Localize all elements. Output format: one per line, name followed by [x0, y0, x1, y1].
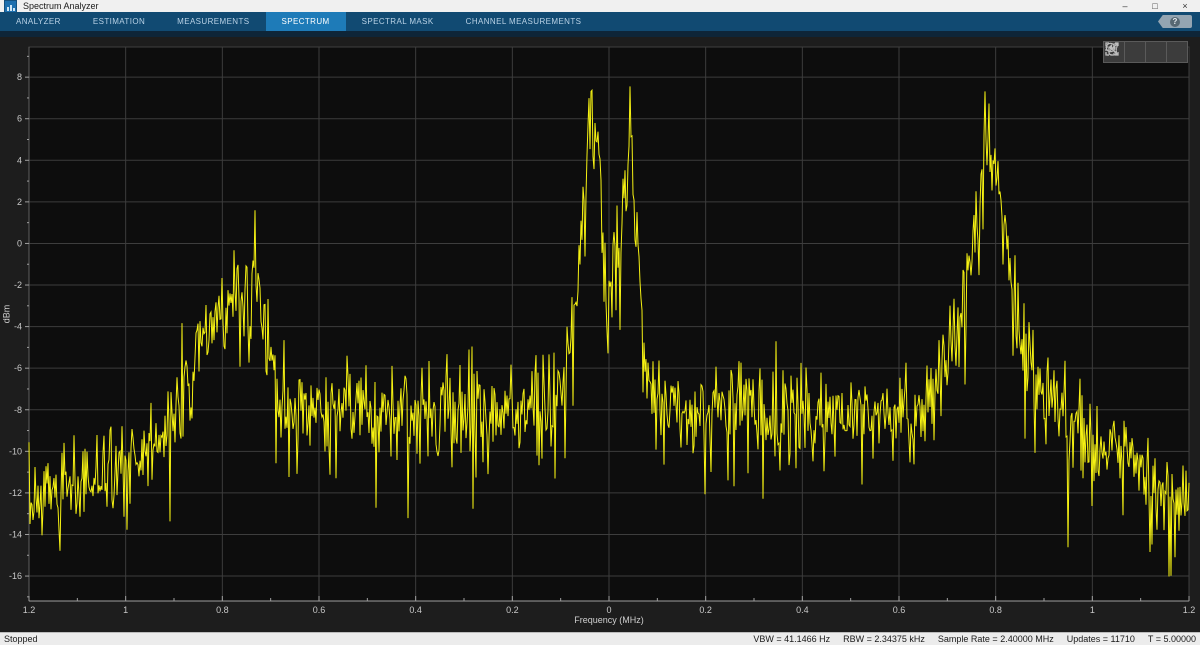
help-icon: ? — [1170, 17, 1180, 27]
tab-estimation[interactable]: ESTIMATION — [77, 12, 161, 31]
svg-text:2: 2 — [17, 197, 22, 207]
status-time: T = 5.00000 — [1148, 634, 1196, 644]
tab-spectral-mask[interactable]: SPECTRAL MASK — [346, 12, 450, 31]
spectrum-chart[interactable]: 1.2 1 0.8 0.6 0.4 0.2 0 0.2 0.4 0.6 0.8 1 1.2 8 6 4 2 0 -2… — [0, 37, 1200, 632]
svg-text:1: 1 — [1090, 605, 1095, 615]
plot-toolbar — [1104, 41, 1188, 63]
svg-text:1.2: 1.2 — [1183, 605, 1196, 615]
svg-text:0: 0 — [606, 605, 611, 615]
svg-text:0.8: 0.8 — [989, 605, 1002, 615]
window-title: Spectrum Analyzer — [23, 0, 99, 12]
svg-text:0: 0 — [17, 238, 22, 248]
help-button[interactable]: ? — [1158, 15, 1192, 28]
maximize-button[interactable]: □ — [1140, 0, 1170, 12]
svg-text:-2: -2 — [14, 280, 22, 290]
tab-spectrum[interactable]: SPECTRUM — [266, 12, 346, 31]
status-bar: Stopped VBW = 41.1466 Hz RBW = 2.34375 k… — [0, 632, 1200, 645]
svg-text:0.2: 0.2 — [699, 605, 712, 615]
plot-region: 1.2 1 0.8 0.6 0.4 0.2 0 0.2 0.4 0.6 0.8 1 1.2 8 6 4 2 0 -2… — [0, 37, 1200, 632]
status-state: Stopped — [4, 634, 38, 644]
y-axis-label: dBm — [1, 305, 11, 324]
spectrum-analyzer-window: Spectrum Analyzer – □ × ANALYZER ESTIMAT… — [0, 0, 1200, 645]
status-updates: Updates = 11710 — [1067, 634, 1135, 644]
tab-channel-measurements[interactable]: CHANNEL MEASUREMENTS — [450, 12, 598, 31]
svg-text:0.6: 0.6 — [313, 605, 326, 615]
svg-text:-6: -6 — [14, 363, 22, 373]
svg-text:-16: -16 — [9, 571, 22, 581]
svg-text:-8: -8 — [14, 405, 22, 415]
fit-to-view-button[interactable] — [1166, 41, 1188, 63]
svg-text:1: 1 — [123, 605, 128, 615]
svg-text:6: 6 — [17, 114, 22, 124]
svg-text:0.6: 0.6 — [893, 605, 906, 615]
pan-button[interactable] — [1124, 41, 1146, 63]
toolstrip-tab-bar: ANALYZER ESTIMATION MEASUREMENTS SPECTRU… — [0, 12, 1200, 31]
status-vbw: VBW = 41.1466 Hz — [753, 634, 830, 644]
svg-text:0.8: 0.8 — [216, 605, 229, 615]
svg-text:0.2: 0.2 — [506, 605, 519, 615]
close-button[interactable]: × — [1170, 0, 1200, 12]
fit-to-view-icon — [1104, 41, 1120, 57]
zoom-in-button[interactable] — [1145, 41, 1167, 63]
svg-text:0.4: 0.4 — [409, 605, 422, 615]
app-icon — [4, 0, 17, 13]
minimize-button[interactable]: – — [1110, 0, 1140, 12]
window-controls: – □ × — [1110, 0, 1200, 12]
svg-text:8: 8 — [17, 72, 22, 82]
tab-measurements[interactable]: MEASUREMENTS — [161, 12, 265, 31]
title-bar: Spectrum Analyzer – □ × — [0, 0, 1200, 12]
svg-text:-12: -12 — [9, 488, 22, 498]
svg-text:-14: -14 — [9, 529, 22, 539]
svg-text:0.4: 0.4 — [796, 605, 809, 615]
status-rbw: RBW = 2.34375 kHz — [843, 634, 925, 644]
svg-text:4: 4 — [17, 155, 22, 165]
svg-text:-10: -10 — [9, 446, 22, 456]
svg-text:-4: -4 — [14, 322, 22, 332]
svg-text:1.2: 1.2 — [23, 605, 36, 615]
x-axis-label: Frequency (MHz) — [29, 615, 1189, 625]
status-metrics: VBW = 41.1466 Hz RBW = 2.34375 kHz Sampl… — [740, 634, 1196, 644]
status-sample-rate: Sample Rate = 2.40000 MHz — [938, 634, 1054, 644]
tab-analyzer[interactable]: ANALYZER — [0, 12, 77, 31]
